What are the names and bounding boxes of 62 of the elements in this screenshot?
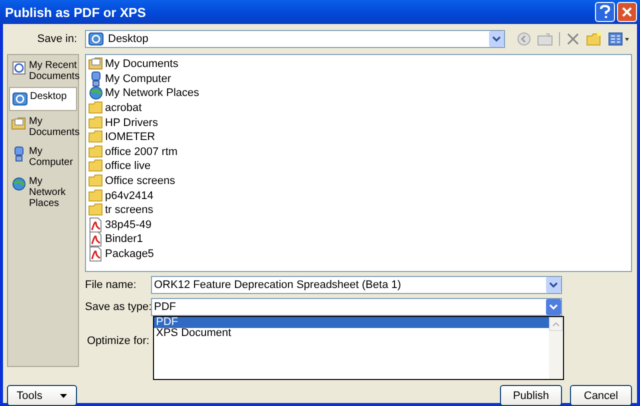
file-name[interactable]: My Computer xyxy=(105,72,172,85)
save-as-type-label: Save as type: xyxy=(85,301,151,313)
save-as-type-dropdown[interactable]: PDF xyxy=(151,298,562,316)
close-button[interactable] xyxy=(617,2,637,22)
globe-icon xyxy=(88,85,104,102)
folder-icon xyxy=(88,114,104,131)
publish-button[interactable]: Publish xyxy=(500,385,562,406)
optimize-for-label: Optimize for: xyxy=(87,336,150,347)
file-name[interactable]: IOMETER xyxy=(105,131,156,144)
file-name[interactable]: acrobat xyxy=(105,102,142,114)
folder-icon xyxy=(88,100,104,116)
back-icon[interactable] xyxy=(517,32,531,46)
file-name[interactable]: tr screens xyxy=(105,204,154,216)
list-option[interactable]: PDF xyxy=(154,317,549,328)
new-folder-icon[interactable] xyxy=(586,32,602,46)
scrollbar[interactable] xyxy=(549,317,563,379)
save-in-dropdown[interactable]: Desktop xyxy=(85,30,505,48)
chevron-down-icon xyxy=(549,304,558,310)
desktop-icon xyxy=(88,31,104,47)
caret-icon xyxy=(60,394,68,398)
places-bar-item[interactable]: My Computer xyxy=(9,143,77,171)
pdf-file-icon xyxy=(88,231,104,248)
places-bar-item[interactable]: Desktop xyxy=(9,87,77,111)
file-name[interactable]: 38p45-49 xyxy=(105,218,152,231)
close-icon xyxy=(621,6,633,18)
chevron-down-icon xyxy=(492,36,501,42)
folder-icon xyxy=(88,158,104,174)
file-name[interactable]: office 2007 rtm xyxy=(105,146,178,158)
question-mark-icon xyxy=(599,5,611,19)
file-name-label: File name: xyxy=(85,279,138,291)
tools-button[interactable]: Tools xyxy=(7,385,77,406)
chevron-down-icon xyxy=(549,282,558,288)
documents-folder-icon xyxy=(11,116,27,132)
pdf-file-icon xyxy=(88,216,104,233)
folder-icon xyxy=(88,202,104,218)
file-name[interactable]: p64v2414 xyxy=(105,190,154,202)
help-button[interactable] xyxy=(595,2,615,22)
file-name-field[interactable]: ORK12 Feature Deprecation Spreadsheet (Beta 1) xyxy=(151,276,562,294)
globe-icon xyxy=(11,176,27,192)
file-name[interactable]: Office screens xyxy=(105,175,176,188)
file-name[interactable]: Package5 xyxy=(105,248,154,260)
places-bar-item[interactable]: My Network Places xyxy=(9,173,77,212)
delete-icon[interactable] xyxy=(566,32,580,46)
places-bar-item[interactable]: My Documents xyxy=(9,113,77,141)
list-option[interactable]: XPS Document xyxy=(154,328,549,339)
desktop-icon xyxy=(12,91,28,107)
views-icon[interactable] xyxy=(608,32,630,46)
window-title: Publish as PDF or XPS xyxy=(5,4,147,20)
folder-icon xyxy=(88,129,104,146)
folder-icon xyxy=(88,188,104,204)
folder-icon xyxy=(88,173,104,190)
file-name[interactable]: Binder1 xyxy=(105,233,143,246)
folder-icon xyxy=(88,144,104,160)
chevron-up-icon xyxy=(552,322,560,326)
save-in-label: Save in: xyxy=(36,33,78,45)
pdf-file-icon xyxy=(88,246,104,262)
file-name[interactable]: My Documents xyxy=(105,58,178,70)
file-name[interactable]: My Network Places xyxy=(105,87,200,100)
cancel-button[interactable]: Cancel xyxy=(570,385,632,406)
file-name[interactable]: HP Drivers xyxy=(105,116,158,129)
places-bar-item[interactable]: My Recent Documents xyxy=(9,57,77,85)
file-name[interactable]: office live xyxy=(105,160,151,172)
